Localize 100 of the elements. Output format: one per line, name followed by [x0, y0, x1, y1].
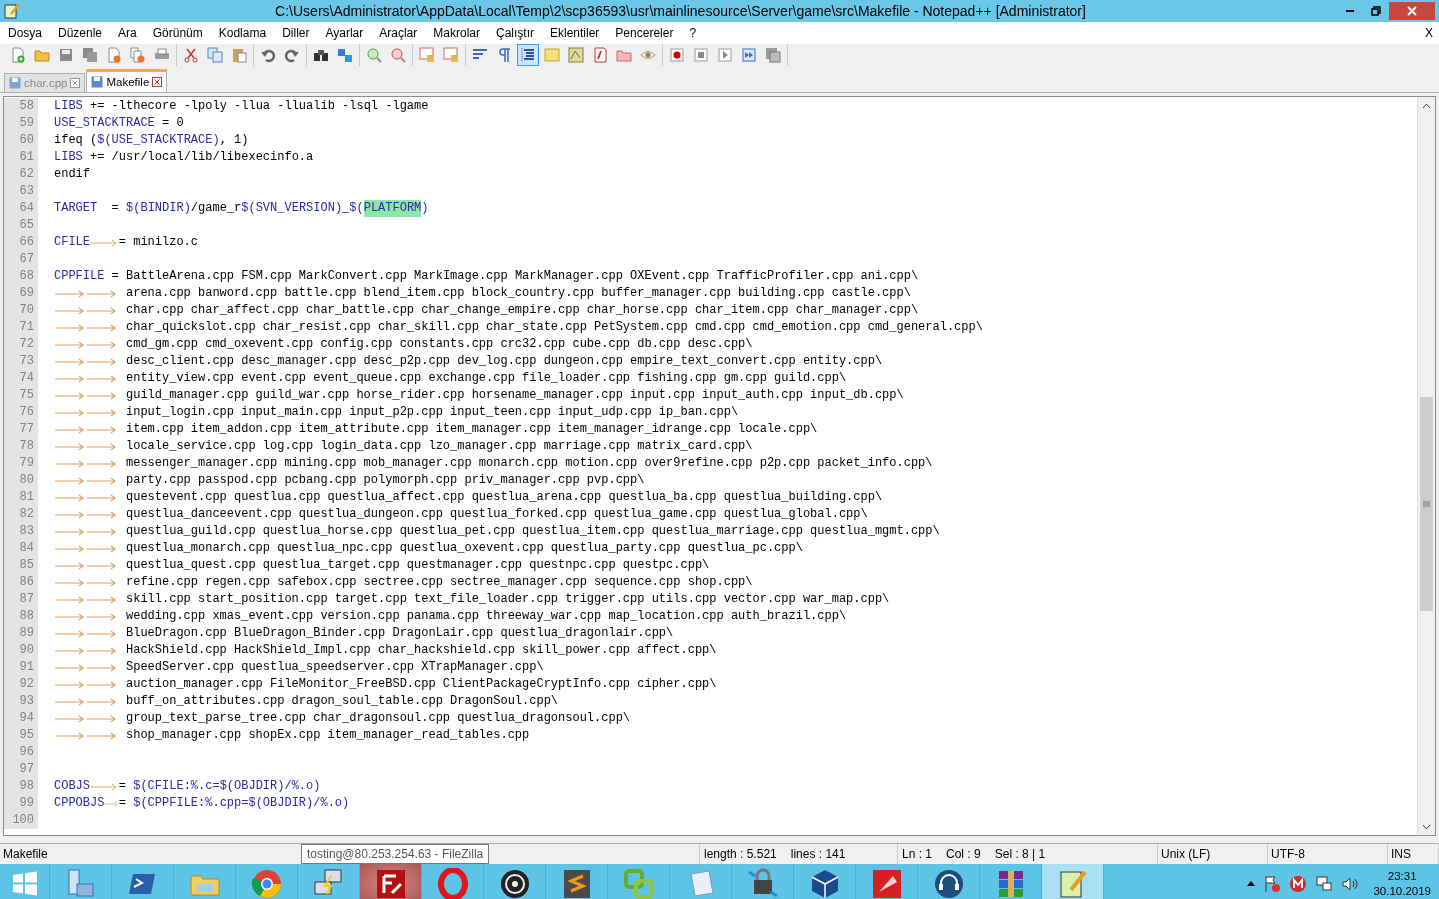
line-number: 60 [4, 132, 38, 149]
caret-icon[interactable] [1247, 881, 1256, 886]
code-line: party.cpp passpod.cpp pcbang.cpp polymorph.cpp priv_manager.cpp pvp.cpp\ [54, 472, 645, 489]
minimize-icon [1345, 10, 1355, 12]
line-number: 90 [4, 642, 38, 659]
save-icon [9, 77, 21, 89]
length-indicator: length : 5.521 [704, 846, 777, 863]
lines-indicator: lines : 141 [790, 846, 846, 863]
menu-item[interactable]: ? [681, 26, 705, 40]
code-line: LIBS += -lthecore -lpoly -llua -llualib -lsql -lgame [54, 98, 429, 115]
line-number: 99 [4, 795, 38, 812]
line-number: 88 [4, 608, 38, 625]
line-number: 96 [4, 744, 38, 761]
line-number: 84 [4, 540, 38, 557]
line-number: 100 [4, 812, 38, 829]
code-line: input_login.cpp input_main.cpp input_p2p.cpp input_teen.cpp input_udp.cpp ip_ban.cpp\ [54, 404, 739, 421]
menu-item[interactable]: Pencereler [607, 26, 682, 40]
code-line: COBJS = $(CFILE:%.c=$(OBJDIR)/%.o) [54, 778, 321, 795]
line-number: 85 [4, 557, 38, 574]
notepad-pen-icon[interactable] [1042, 864, 1104, 899]
line-number: 87 [4, 591, 38, 608]
line-number: 80 [4, 472, 38, 489]
code-line: questlua_danceevent.cpp questlua_dungeon.cpp questlua_forked.cpp questlua_game.cpp questlua_global.cpp\ [54, 506, 868, 523]
menu-item[interactable]: Dosya [0, 26, 50, 40]
code-line: messenger_manager.cpp mining.cpp mob_manager.cpp monarch.cpp motion.cpp over9refine.cpp p2p.cpp packet_info.cpp\ [54, 455, 933, 472]
network-icon[interactable] [1315, 874, 1334, 893]
code-line: TARGET = $(BINDIR)/game_r$(SVN_VERSION)_$(PLATFORM) [54, 200, 429, 217]
line-number: 72 [4, 336, 38, 353]
flag-icon[interactable] [1263, 874, 1282, 893]
line-number: 78 [4, 438, 38, 455]
code-line: skill.cpp start_position.cpp target.cpp text_file_loader.cpp trigger.cpp utils.cpp vector.cpp war_map.cpp\ [54, 591, 890, 608]
menu-item[interactable]: Araçlar [371, 26, 426, 40]
code-line: refine.cpp regen.cpp safebox.cpp sectree.cpp sectree_manager.cpp sequence.cpp shop.cpp\ [54, 574, 753, 591]
menu-item[interactable]: Makrolar [425, 26, 488, 40]
menu-item[interactable]: Ayarlar [317, 26, 372, 40]
indent-guide-icon[interactable] [517, 44, 539, 66]
code-line: CFILE = minilzo.c [54, 234, 199, 251]
scroll-up-icon[interactable] [1422, 102, 1431, 109]
line-number: 62 [4, 166, 38, 183]
code-line: HackShield.cpp HackShield_Impl.cpp char_hackshield.cpp skill_power.cpp affect.cpp\ [54, 642, 717, 659]
code-line: wedding.cpp xmas_event.cpp version.cpp panama.cpp threeway_war.cpp map_location.cpp auth_brazil.cpp\ [54, 608, 847, 625]
map-icon[interactable] [565, 44, 587, 66]
code-line: char.cpp char_affect.cpp char_battle.cpp char_change_empire.cpp char_horse.cpp char_item.cpp char_manager.cpp\ [54, 302, 919, 319]
menu-item[interactable]: Ara [110, 26, 145, 40]
line-number: 75 [4, 387, 38, 404]
close-button[interactable] [1389, 2, 1435, 20]
notepad-pen-icon [4, 3, 20, 19]
line-number: 94 [4, 710, 38, 727]
badge-icon[interactable] [1289, 874, 1308, 893]
menu-item[interactable]: Eklentiler [542, 26, 608, 40]
line-number: 63 [4, 183, 38, 200]
line-number: 97 [4, 761, 38, 778]
close-document-button[interactable]: X [1419, 26, 1439, 40]
copy-icon[interactable] [204, 44, 226, 66]
menu-item[interactable]: Diller [274, 26, 318, 40]
code-line: CPPOBJS = $(CPPFILE:%.cpp=$(OBJDIR)/%.o) [54, 795, 350, 812]
clock[interactable]: 23:31 30.10.2019 [1373, 868, 1431, 899]
line-number: 74 [4, 370, 38, 387]
code-line: questevent.cpp questlua.cpp questlua_affect.cpp questlua_arena.cpp questlua_ba.cpp questlua_building.cpp\ [54, 489, 883, 506]
close-icon[interactable] [70, 78, 81, 88]
code-line: entity_view.cpp event.cpp event_queue.cpp exchange.cpp file_loader.cpp fishing.cpp gm.cpp guild.cpp\ [54, 370, 847, 387]
tooltip: tosting@80.253.254.63 - FileZilla [301, 844, 490, 864]
code-line: group_text_parse_tree.cpp char_dragonsoul.cpp questlua_dragonsoul.cpp\ [54, 710, 631, 727]
line-number: 64 [4, 200, 38, 217]
line-number: 76 [4, 404, 38, 421]
code-line: ifeq ($(USE_STACKTRACE), 1) [54, 132, 249, 149]
file-transfer-icon[interactable] [360, 864, 422, 899]
code-line: CPPFILE = BattleArena.cpp FSM.cpp MarkConvert.cpp MarkImage.cpp MarkManager.cpp OXEvent.cpp TrafficProfiler.cpp ani.cpp\ [54, 268, 919, 285]
line-number: 82 [4, 506, 38, 523]
menu-item[interactable]: Görünüm [144, 26, 211, 40]
line-number: 66 [4, 234, 38, 251]
line-number: 79 [4, 455, 38, 472]
line-number: 65 [4, 217, 38, 234]
code-line: questlua_monarch.cpp questlua_npc.cpp questlua_oxevent.cpp questlua_party.cpp questlua_pc.cpp\ [54, 540, 803, 557]
line-number: 89 [4, 625, 38, 642]
code-line: desc_client.cpp desc_manager.cpp desc_p2p.cpp dev_log.cpp dungeon.cpp empire_text_convert.cpp entity.cpp\ [54, 353, 883, 370]
scrollbar[interactable] [1417, 97, 1435, 835]
line-number: 83 [4, 523, 38, 540]
code-line: item.cpp item_addon.cpp item_attribute.cpp item_manager.cpp item_manager_idrange.cpp locale.cpp\ [54, 421, 818, 438]
scroll-down-icon[interactable] [1422, 823, 1431, 830]
file-tab[interactable]: Makefile [86, 69, 168, 92]
line-number: 58 [4, 98, 38, 115]
grip-icon [1423, 501, 1430, 507]
code-line: USE_STACKTRACE = 0 [54, 115, 184, 132]
line-number: 69 [4, 285, 38, 302]
menu-item[interactable]: Kodlama [210, 26, 275, 40]
code-line: auction_manager.cpp FileMonitor_FreeBSD.cpp ClientPackageCryptInfo.cpp cipher.cpp\ [54, 676, 717, 693]
window-title: C:\Users\Administrator\AppData\Local\Temp\2\scp36593\usr\mainlinesource\Server\game\src\Makefile - Notepad++ [Administrator] [274, 3, 1087, 19]
code-line: BlueDragon.cpp BlueDragon_Binder.cpp DragonLair.cpp questlua_dragonlair.cpp\ [54, 625, 674, 642]
line-number: 70 [4, 302, 38, 319]
selection-indicator: Sel : 8 | 1 [994, 846, 1046, 863]
code-line: LIBS += /usr/local/lib/libexecinfo.a [54, 149, 314, 166]
line-number: 93 [4, 693, 38, 710]
close-icon[interactable] [152, 77, 163, 87]
code-line: buff_on_attributes.cpp dragon_soul_table.cpp DragonSoul.cpp\ [54, 693, 559, 710]
menu-item[interactable]: Düzenle [50, 26, 111, 40]
code-line: arena.cpp banword.cpp battle.cpp blend_item.cpp block_country.cpp buffer_manager.cpp building.cpp castle.cpp\ [54, 285, 911, 302]
line-number: 86 [4, 574, 38, 591]
menu-item[interactable]: Çalıştır [488, 26, 542, 40]
code-line: cmd_gm.cpp cmd_oxevent.cpp config.cpp constants.cpp crc32.cpp cube.cpp db.cpp desc.cpp\ [54, 336, 753, 353]
